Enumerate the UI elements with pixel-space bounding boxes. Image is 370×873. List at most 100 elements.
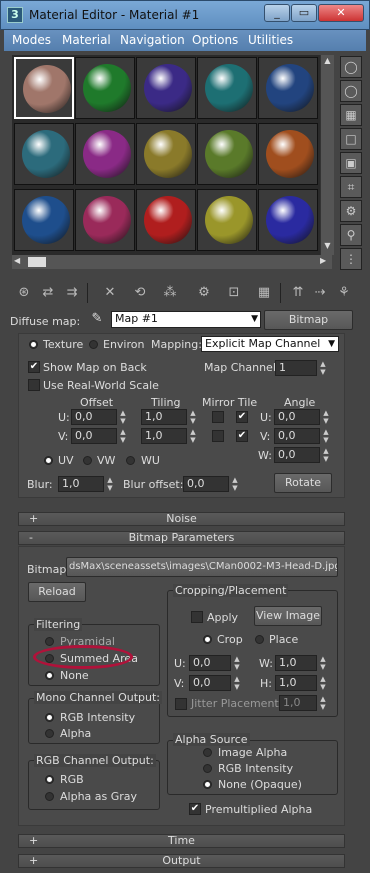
video-color-check-icon[interactable]: ▣ [340,152,362,174]
sample-slot[interactable] [75,123,135,185]
material-map-navigator-icon[interactable]: ⋮ [340,248,362,270]
u-angle-spinner[interactable]: ▲ ▼ [321,409,331,425]
menu-options[interactable]: Options [192,33,238,47]
sample-slot[interactable] [14,189,74,251]
u-tiling-spinner[interactable]: ▲ ▼ [188,409,198,425]
crop-h-field[interactable]: 1,0 [275,675,317,691]
v-angle-spinner[interactable]: ▲ ▼ [321,428,331,444]
sample-slots-hscroll[interactable]: ◀ ▶ [12,255,332,269]
backlight-icon[interactable]: ◯ [340,80,362,102]
menu-modes[interactable]: Modes [12,33,51,47]
u-offset-field[interactable]: 0,0 [71,409,117,425]
pyramidal-radio[interactable] [45,637,54,646]
map-channel-field[interactable]: 1 [275,360,317,376]
u-mirror-checkbox[interactable] [212,411,224,423]
v-offset-field[interactable]: 0,0 [71,428,117,444]
maximize-button[interactable]: ▭ [291,4,317,22]
crop-w-field[interactable]: 1,0 [275,655,317,671]
alpha-rgb-intensity-radio[interactable] [203,764,212,773]
eyedropper-icon[interactable]: ✎ [88,311,106,329]
map-channel-spinner[interactable]: ▲ ▼ [318,360,328,376]
texture-radio[interactable] [29,340,38,349]
crop-u-field[interactable]: 0,0 [189,655,231,671]
rotate-button[interactable]: Rotate [274,473,332,493]
v-angle-field[interactable]: 0,0 [274,428,320,444]
crop-u-spinner[interactable]: ▲ ▼ [232,655,242,671]
get-material-icon[interactable]: ⊛ [14,283,34,303]
bitmap-params-rollout-header[interactable]: - Bitmap Parameters [18,531,345,545]
alpha-as-gray-radio[interactable] [45,792,54,801]
v-tiling-spinner[interactable]: ▲ ▼ [188,428,198,444]
sample-slot[interactable] [258,189,318,251]
vw-radio[interactable] [83,456,92,465]
jitter-placement-spinner[interactable]: ▲ ▼ [318,695,328,711]
sample-type-icon[interactable]: ◯ [340,56,362,78]
v-tiling-field[interactable]: 1,0 [141,428,187,444]
rgb-radio[interactable] [45,775,54,784]
map-name-field[interactable]: Map #1 ▼ [111,311,261,328]
uv-tiling-icon[interactable]: □ [340,128,362,150]
scroll-right-icon[interactable]: ▶ [320,256,326,265]
view-image-button[interactable]: View Image [254,606,322,626]
sample-slot[interactable] [258,57,318,119]
noise-rollout-header[interactable]: + Noise [18,512,345,526]
premultiplied-alpha-checkbox[interactable]: ✔ [189,803,201,815]
alpha-radio[interactable] [45,729,54,738]
u-offset-spinner[interactable]: ▲ ▼ [118,409,128,425]
uv-radio[interactable] [44,456,53,465]
menu-material[interactable]: Material [62,33,111,47]
assign-to-selection-icon[interactable]: ⇉ [62,283,82,303]
sample-slots-vscroll[interactable]: ▲ ▼ [320,55,334,255]
sample-slot[interactable] [136,57,196,119]
hscroll-thumb[interactable] [28,257,46,267]
background-icon[interactable]: ▦ [340,104,362,126]
show-end-result-icon[interactable]: ▦ [254,283,274,303]
sample-slot[interactable] [136,123,196,185]
time-rollout-header[interactable]: + Time [18,834,345,848]
map-type-button[interactable]: Bitmap [264,310,353,330]
sample-slot[interactable] [197,189,257,251]
rgb-intensity-radio[interactable] [45,713,54,722]
environ-radio[interactable] [89,340,98,349]
v-offset-spinner[interactable]: ▲ ▼ [118,428,128,444]
output-rollout-header[interactable]: + Output [18,854,345,868]
crop-v-field[interactable]: 0,0 [189,675,231,691]
blur-offset-field[interactable]: 0,0 [183,476,229,492]
mapping-dropdown[interactable]: Explicit Map Channel ▼ [201,336,339,352]
minimize-button[interactable]: _ [264,4,290,22]
select-by-material-icon[interactable]: ⚲ [340,224,362,246]
apply-crop-checkbox[interactable] [191,611,203,623]
sample-slot[interactable] [136,189,196,251]
jitter-placement-field[interactable]: 1,0 [279,695,317,711]
show-map-on-back-checkbox[interactable]: ✔ [28,361,40,373]
reload-button[interactable]: Reload [28,582,86,602]
none-filter-radio[interactable] [45,671,54,680]
none-opaque-radio[interactable] [203,780,212,789]
go-to-parent-icon[interactable]: ⇈ [288,283,308,303]
u-angle-field[interactable]: 0,0 [274,409,320,425]
menu-navigation[interactable]: Navigation [120,33,185,47]
close-button[interactable]: ✕ [318,4,364,22]
make-unique-icon[interactable]: ⟲ [130,283,150,303]
reset-map-icon[interactable]: ✕ [100,283,120,303]
menu-utilities[interactable]: Utilities [248,33,293,47]
blur-field[interactable]: 1,0 [58,476,104,492]
put-to-library-icon[interactable]: ⁂ [160,283,180,303]
place-radio[interactable] [255,635,264,644]
material-id-channel-icon[interactable]: ⚙ [194,283,214,303]
material-effects-icon[interactable]: ⚘ [334,283,354,303]
w-angle-field[interactable]: 0,0 [274,447,320,463]
scroll-up-icon[interactable]: ▲ [322,56,333,68]
blur-offset-spinner[interactable]: ▲ ▼ [230,476,240,492]
blur-spinner[interactable]: ▲ ▼ [105,476,115,492]
scroll-left-icon[interactable]: ◀ [14,256,20,265]
crop-radio[interactable] [203,635,212,644]
crop-h-spinner[interactable]: ▲ ▼ [318,675,328,691]
sample-slot[interactable] [258,123,318,185]
u-tile-checkbox[interactable]: ✔ [236,411,248,423]
sample-slot[interactable] [197,57,257,119]
crop-v-spinner[interactable]: ▲ ▼ [232,675,242,691]
v-mirror-checkbox[interactable] [212,430,224,442]
sample-slot[interactable] [197,123,257,185]
go-forward-sibling-icon[interactable]: ⇢ [310,283,330,303]
